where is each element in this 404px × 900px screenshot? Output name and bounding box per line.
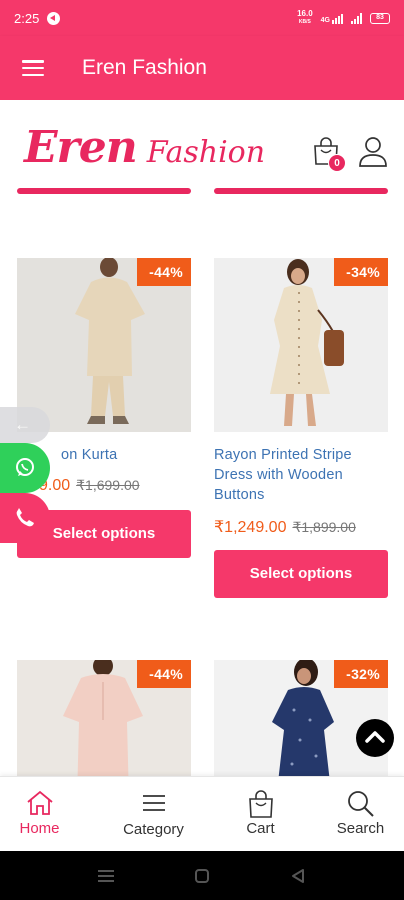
discount-badge: -32% xyxy=(334,660,388,688)
status-indicators: 16.0 KB/S 4G 83 xyxy=(297,10,390,26)
product-image[interactable]: -32% xyxy=(214,660,388,776)
header-divider-right xyxy=(214,188,388,194)
search-icon xyxy=(348,791,374,817)
status-bar: 2:25 16.0 KB/S 4G 83 xyxy=(0,0,404,36)
app-bar: Eren Fashion xyxy=(0,36,404,100)
nav-cart-label: Cart xyxy=(246,820,275,837)
nav-home-label: Home xyxy=(19,820,60,837)
discount-badge: -44% xyxy=(137,258,191,286)
hamburger-menu-icon[interactable] xyxy=(22,60,44,76)
product-image[interactable]: -44% xyxy=(17,258,191,432)
home-icon xyxy=(27,790,53,815)
recent-apps-icon[interactable] xyxy=(96,868,116,884)
home-square-icon[interactable] xyxy=(194,868,210,884)
product-image[interactable]: -34% xyxy=(214,258,388,432)
system-navigation-bar xyxy=(0,851,404,900)
navigation-arrow-icon xyxy=(47,11,61,25)
header-account-button[interactable] xyxy=(358,136,388,168)
network-type-signal-icon: 4G xyxy=(321,13,343,24)
product-image[interactable]: -44% xyxy=(17,660,191,776)
product-price: 9.00 ₹1,699.00 xyxy=(39,477,140,495)
status-time: 2:25 xyxy=(14,10,40,26)
nav-search-label: Search xyxy=(336,820,385,837)
nav-category[interactable]: Category xyxy=(103,777,204,852)
product-title-link[interactable]: Rayon Printed Stripe Dress with Wooden B… xyxy=(214,445,384,505)
battery-icon: 83 xyxy=(370,12,390,24)
phone-icon xyxy=(16,508,34,527)
network-speed: 16.0 KB/S xyxy=(297,9,313,26)
whatsapp-button[interactable] xyxy=(0,443,50,493)
eren-fashion-logo[interactable]: Eren Fashion xyxy=(24,122,265,173)
cart-count-badge: 0 xyxy=(328,154,346,172)
nav-cart[interactable]: Cart xyxy=(210,777,311,852)
regular-price: ₹1,699.00 xyxy=(76,477,140,493)
bottom-navigation: Home Category Cart Search xyxy=(0,776,404,851)
sale-price: ₹1,249.00 xyxy=(214,519,287,536)
product-price: ₹1,249.00 ₹1,899.00 xyxy=(214,517,356,537)
header-divider-left xyxy=(17,188,191,194)
product-card-rayon-dress: -34% Rayon Printed Stripe Dress with Woo… xyxy=(214,258,388,598)
app-title: Eren Fashion xyxy=(82,56,207,79)
product-card-3: -44% xyxy=(17,660,191,776)
product-card-4: -32% xyxy=(214,660,388,776)
nav-category-label: Category xyxy=(123,821,184,838)
discount-badge: -34% xyxy=(334,258,388,286)
back-triangle-icon[interactable] xyxy=(290,868,306,884)
call-button[interactable] xyxy=(0,493,50,543)
select-options-button[interactable]: Select options xyxy=(214,550,388,598)
header-cart-button[interactable]: 0 xyxy=(312,136,346,172)
product-title-link[interactable]: on Kurta xyxy=(61,445,191,465)
scroll-to-top-button[interactable] xyxy=(356,719,394,757)
nav-search[interactable]: Search xyxy=(310,777,404,852)
chevron-up-icon xyxy=(365,731,385,743)
whatsapp-icon xyxy=(16,458,34,476)
shopping-bag-icon xyxy=(249,790,273,818)
arrow-left-icon: ← xyxy=(14,415,31,434)
discount-badge: -44% xyxy=(137,660,191,688)
signal-strength-icon xyxy=(351,12,362,24)
user-icon xyxy=(359,137,387,167)
nav-home[interactable]: Home xyxy=(0,777,90,852)
regular-price: ₹1,899.00 xyxy=(292,519,356,535)
list-icon xyxy=(143,795,165,811)
collapse-float-button[interactable]: ← xyxy=(0,407,50,443)
